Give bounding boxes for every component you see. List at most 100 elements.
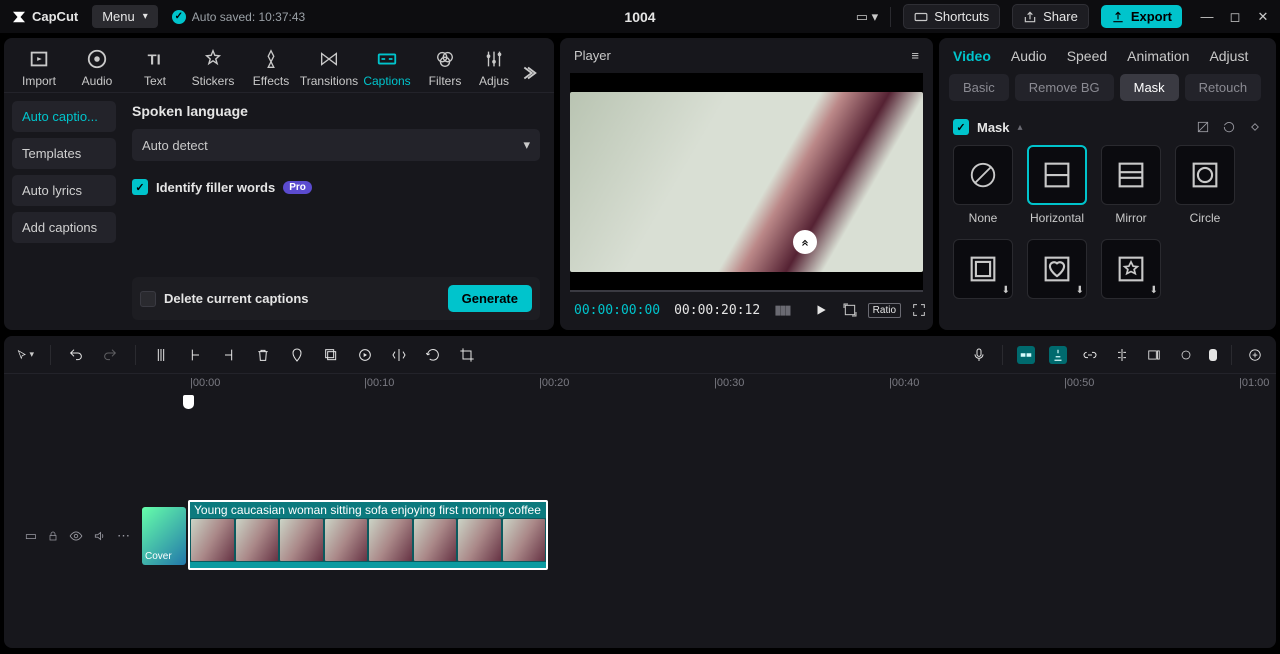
cover-thumbnail[interactable]: Cover (142, 507, 186, 565)
inspector-tabs: Video Audio Speed Animation Adjust (939, 38, 1276, 74)
inspect-tab-speed[interactable]: Speed (1067, 48, 1107, 64)
inspect-tab-animation[interactable]: Animation (1127, 48, 1189, 64)
inspect-tab-audio[interactable]: Audio (1011, 48, 1047, 64)
sub-mask[interactable]: Mask (1120, 74, 1179, 101)
tool-transitions[interactable]: Transitions (300, 44, 358, 92)
share-icon (1023, 10, 1037, 24)
preview-frame (570, 92, 923, 272)
mask-star[interactable]: ⬇ (1101, 239, 1161, 299)
mic-icon[interactable] (970, 346, 988, 364)
mask-enable-checkbox[interactable]: ✓ (953, 119, 969, 135)
captions-sidebar: Auto captio... Templates Auto lyrics Add… (4, 93, 124, 330)
scale-icon[interactable] (842, 302, 858, 318)
tool-import[interactable]: Import (10, 44, 68, 92)
link-icon[interactable] (1081, 346, 1099, 364)
close-icon[interactable]: ✕ (1256, 10, 1270, 24)
mask-none[interactable] (953, 145, 1013, 205)
preview-toggle-icon[interactable] (1145, 346, 1163, 364)
export-button[interactable]: Export (1101, 5, 1182, 28)
tool-captions[interactable]: Captions (358, 44, 416, 92)
track-lock-icon[interactable] (47, 530, 59, 542)
share-button[interactable]: Share (1012, 4, 1089, 29)
download-icon: ⬇ (1002, 285, 1010, 296)
ratio-button[interactable]: Ratio (868, 303, 901, 318)
player-panel: Player ≡ 00:00:00:00 00:00:20:12 ▮▮▮ Rat… (560, 38, 933, 330)
captions-tab-auto[interactable]: Auto captio... (12, 101, 116, 132)
zoom-fit-icon[interactable] (1246, 346, 1264, 364)
marker-icon[interactable] (288, 346, 306, 364)
video-clip[interactable]: Young caucasian woman sitting sofa enjoy… (188, 500, 548, 570)
timeline-ruler[interactable]: |00:00 |00:10 |00:20 |00:30 |00:40 |00:5… (4, 374, 1276, 396)
split-icon[interactable] (152, 346, 170, 364)
captions-tab-autolyrics[interactable]: Auto lyrics (12, 175, 116, 206)
mask-section-label: Mask (977, 120, 1010, 135)
keyframe-diamond-icon[interactable] (1248, 120, 1262, 134)
cursor-tool-icon[interactable]: ▾ (16, 346, 34, 364)
undo-icon[interactable] (67, 346, 85, 364)
fullscreen-icon[interactable] (911, 302, 927, 318)
project-title: 1004 (624, 9, 655, 25)
captions-tab-templates[interactable]: Templates (12, 138, 116, 169)
preview-viewport[interactable] (570, 73, 923, 292)
frame-step-icon[interactable]: ▮▮▮ (774, 302, 789, 318)
mask-handle-icon[interactable] (793, 230, 817, 254)
sub-retouch[interactable]: Retouch (1185, 74, 1261, 101)
magnet-track-icon[interactable] (1049, 346, 1067, 364)
trim-left-icon[interactable] (186, 346, 204, 364)
spoken-language-select[interactable]: Auto detect ▾ (132, 129, 540, 161)
tool-text[interactable]: TIText (126, 44, 184, 92)
delete-captions-checkbox[interactable] (140, 291, 156, 307)
tool-effects[interactable]: Effects (242, 44, 300, 92)
sub-removebg[interactable]: Remove BG (1015, 74, 1114, 101)
generate-button[interactable]: Generate (448, 285, 532, 312)
track-eye-icon[interactable] (69, 529, 83, 543)
delete-icon[interactable] (254, 346, 272, 364)
trim-right-icon[interactable] (220, 346, 238, 364)
download-icon: ⬇ (1076, 285, 1084, 296)
mask-horizontal[interactable] (1027, 145, 1087, 205)
redo-icon[interactable] (101, 346, 119, 364)
layout-icon[interactable]: ▭ ▾ (856, 9, 878, 25)
mask-mirror[interactable] (1101, 145, 1161, 205)
keyframe-add-icon[interactable] (1196, 120, 1210, 134)
shortcuts-button[interactable]: Shortcuts (903, 4, 1000, 29)
reverse-icon[interactable] (356, 346, 374, 364)
captions-form: Spoken language Auto detect ▾ ✓ Identify… (124, 93, 554, 330)
reset-icon[interactable] (1222, 120, 1236, 134)
magnet-main-icon[interactable] (1017, 346, 1035, 364)
tool-adjust[interactable]: Adjus (474, 44, 514, 92)
maximize-icon[interactable]: ◻ (1228, 10, 1242, 24)
tool-more[interactable] (514, 44, 542, 88)
minimize-icon[interactable]: — (1200, 10, 1214, 24)
track-more-icon[interactable]: ⋯ (117, 528, 130, 544)
play-button[interactable] (814, 303, 828, 317)
track-mute-icon[interactable] (93, 529, 107, 543)
tool-audio[interactable]: Audio (68, 44, 126, 92)
track-video-icon[interactable]: ▭ (25, 528, 37, 544)
capcut-logo-icon (10, 8, 28, 26)
mask-circle[interactable] (1175, 145, 1235, 205)
filler-words-checkbox[interactable]: ✓ (132, 179, 148, 195)
copy-icon[interactable] (322, 346, 340, 364)
inspect-tab-video[interactable]: Video (953, 48, 991, 64)
export-icon (1111, 10, 1125, 24)
player-menu-icon[interactable]: ≡ (911, 48, 919, 63)
menu-button[interactable]: Menu (92, 5, 158, 28)
rotate-icon[interactable] (424, 346, 442, 364)
app-name: CapCut (32, 9, 78, 24)
sub-basic[interactable]: Basic (949, 74, 1009, 101)
inspect-tab-adjust[interactable]: Adjust (1209, 48, 1248, 64)
mask-rect[interactable]: ⬇ (953, 239, 1013, 299)
mirror-icon[interactable] (390, 346, 408, 364)
captions-tab-add[interactable]: Add captions (12, 212, 116, 243)
align-icon[interactable] (1113, 346, 1131, 364)
chevron-up-icon[interactable]: ▴ (1018, 122, 1023, 133)
check-circle-icon: ✓ (172, 10, 186, 24)
mask-heart[interactable]: ⬇ (1027, 239, 1087, 299)
zoom-slider-handle[interactable] (1209, 349, 1217, 361)
tool-filters[interactable]: Filters (416, 44, 474, 92)
zoom-out-icon[interactable] (1177, 346, 1195, 364)
chevron-down-icon: ▾ (523, 137, 530, 153)
crop-icon[interactable] (458, 346, 476, 364)
tool-stickers[interactable]: Stickers (184, 44, 242, 92)
